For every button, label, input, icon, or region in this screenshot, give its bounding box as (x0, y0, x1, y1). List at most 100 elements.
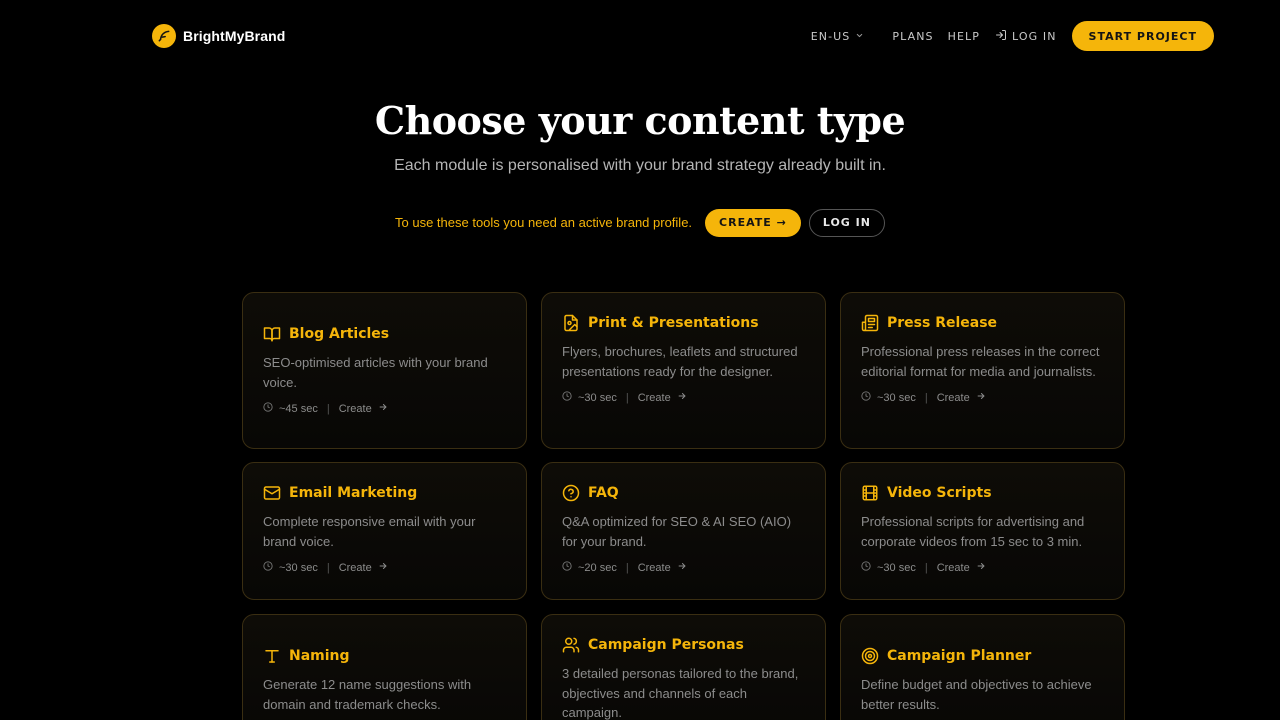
brand-logo[interactable]: BrightMyBrand (152, 24, 285, 48)
notice-login-button[interactable]: LOG IN (808, 208, 885, 237)
meta-separator: | (924, 391, 928, 404)
card-meta: ~45 sec | Create (263, 402, 506, 415)
clock-icon (263, 561, 273, 574)
card-description: Define budget and objectives to achieve … (861, 677, 1092, 712)
language-label: EN-US (810, 29, 851, 43)
card-campaign-personas[interactable]: Campaign Personas 3 detailed personas ta… (541, 614, 826, 720)
help-circle-icon (562, 484, 580, 502)
card-create-link[interactable]: Create (937, 391, 986, 404)
clock-icon (263, 402, 273, 415)
newspaper-icon (861, 314, 879, 332)
card-create-label: Create (637, 391, 671, 404)
card-create-label: Create (936, 391, 970, 404)
card-title: Naming (289, 648, 350, 664)
notice-text: To use these tools you need an active br… (395, 215, 693, 230)
card-campaign-planner[interactable]: Campaign Planner Define budget and objec… (840, 614, 1125, 720)
arrow-right-icon (378, 402, 388, 415)
meta-separator: | (326, 402, 330, 415)
meta-separator: | (326, 561, 330, 574)
page-title: Choose your content type (374, 98, 906, 143)
card-press-release[interactable]: Press Release Professional press release… (840, 292, 1125, 449)
clock-icon (861, 391, 871, 404)
card-naming[interactable]: Naming Generate 12 name suggestions with… (242, 614, 527, 720)
arrow-right-icon (378, 561, 388, 574)
meta-separator: | (625, 391, 629, 404)
card-title: FAQ (588, 485, 619, 501)
language-selector[interactable]: EN-US (811, 30, 865, 43)
card-create-label: Create (936, 561, 970, 574)
arrow-right-icon (677, 391, 687, 404)
card-create-link[interactable]: Create (937, 561, 986, 574)
card-title: Campaign Planner (887, 648, 1032, 664)
book-open-icon (263, 325, 281, 343)
card-description: Complete responsive email with your bran… (263, 514, 476, 549)
nav-help-link[interactable]: HELP (948, 30, 980, 43)
feather-icon (152, 24, 176, 48)
card-title: Video Scripts (887, 485, 992, 501)
card-email-marketing[interactable]: Email Marketing Complete responsive emai… (242, 462, 527, 600)
nav-login-label: LOG IN (1012, 29, 1057, 43)
nav-plans-label: PLANS (892, 29, 934, 43)
card-title: Press Release (887, 315, 998, 331)
card-description: SEO-optimised articles with your brand v… (263, 355, 488, 390)
create-profile-button[interactable]: CREATE → (705, 208, 801, 237)
card-create-link[interactable]: Create (339, 402, 388, 415)
card-faq[interactable]: FAQ Q&A optimized for SEO & AI SEO (AIO)… (541, 462, 826, 600)
card-description: Professional press releases in the corre… (861, 344, 1100, 379)
card-time: ~45 sec (279, 402, 318, 415)
nav-plans-link[interactable]: PLANS (892, 30, 933, 43)
card-description: Flyers, brochures, leaflets and structur… (562, 344, 798, 379)
arrow-right-icon (976, 391, 986, 404)
card-meta: ~30 sec | Create (263, 561, 506, 574)
card-meta: ~30 sec | Create (861, 391, 1104, 404)
arrow-right-icon (677, 561, 687, 574)
card-title: Blog Articles (289, 326, 390, 342)
card-meta: ~30 sec | Create (562, 391, 805, 404)
clock-icon (562, 391, 572, 404)
arrow-right-icon (976, 561, 986, 574)
mail-icon (263, 484, 281, 502)
chevron-down-icon (855, 30, 864, 43)
clock-icon (861, 561, 871, 574)
card-meta: ~30 sec | Create (861, 561, 1104, 574)
card-description: Q&A optimized for SEO & AI SEO (AIO) for… (562, 514, 792, 549)
start-project-button[interactable]: START PROJECT (1071, 21, 1214, 51)
login-icon (995, 29, 1007, 44)
meta-separator: | (625, 561, 629, 574)
card-blog-articles[interactable]: Blog Articles SEO-optimised articles wit… (242, 292, 527, 449)
brand-name: BrightMyBrand (183, 28, 286, 44)
clock-icon (562, 561, 572, 574)
card-create-link[interactable]: Create (638, 561, 687, 574)
card-print-presentations[interactable]: Print & Presentations Flyers, brochures,… (541, 292, 826, 449)
card-create-label: Create (338, 561, 372, 574)
card-meta: ~20 sec | Create (562, 561, 805, 574)
card-time: ~30 sec (578, 391, 617, 404)
card-title: Campaign Personas (588, 637, 744, 653)
top-header: BrightMyBrand EN-US PLANS HELP LOG IN ST… (0, 0, 1280, 72)
nav-login-link[interactable]: LOG IN (995, 29, 1057, 44)
card-description: Professional scripts for advertising and… (861, 514, 1085, 549)
meta-separator: | (924, 561, 928, 574)
file-image-icon (562, 314, 580, 332)
film-icon (861, 484, 879, 502)
card-description: 3 detailed personas tailored to the bran… (562, 666, 799, 720)
nav-help-label: HELP (947, 29, 981, 43)
card-video-scripts[interactable]: Video Scripts Professional scripts for a… (840, 462, 1125, 600)
card-time: ~20 sec (578, 561, 617, 574)
card-time: ~30 sec (877, 561, 916, 574)
card-title: Email Marketing (289, 485, 418, 501)
card-title: Print & Presentations (588, 315, 759, 331)
users-icon (562, 636, 580, 654)
card-time: ~30 sec (279, 561, 318, 574)
card-create-label: Create (637, 561, 671, 574)
brand-profile-notice: To use these tools you need an active br… (0, 208, 1280, 237)
type-icon (263, 647, 281, 665)
card-create-label: Create (338, 402, 372, 415)
card-create-link[interactable]: Create (638, 391, 687, 404)
card-create-link[interactable]: Create (339, 561, 388, 574)
page-subtitle: Each module is personalised with your br… (394, 157, 886, 174)
card-time: ~30 sec (877, 391, 916, 404)
main-nav: EN-US PLANS HELP LOG IN START PROJECT (811, 21, 1214, 51)
card-description: Generate 12 name suggestions with domain… (263, 677, 472, 712)
target-icon (861, 647, 879, 665)
